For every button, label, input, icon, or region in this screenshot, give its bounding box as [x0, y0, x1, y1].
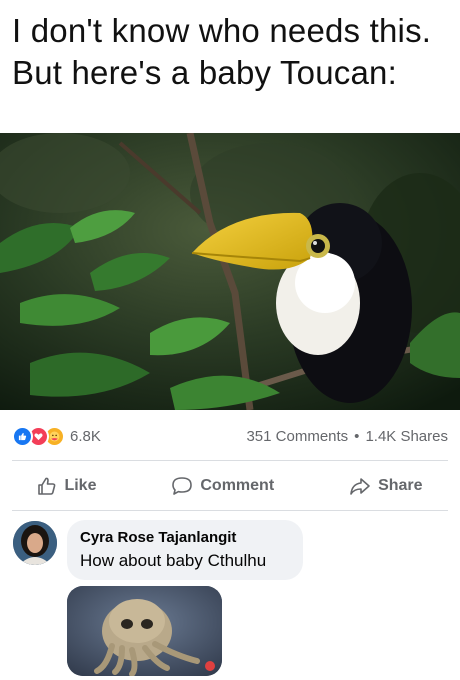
avatar-image — [13, 521, 57, 565]
avatar[interactable] — [13, 521, 57, 565]
comment-author[interactable]: Cyra Rose Tajanlangit — [80, 529, 236, 546]
caption-line-1: I don't know who needs this. — [12, 12, 432, 49]
shares-count-link[interactable]: 1.4K Shares — [365, 428, 448, 445]
comment-text: How about baby Cthulhu — [80, 551, 267, 570]
caption-line-2: But here's a baby Toucan: — [12, 54, 397, 91]
comments-count-link[interactable]: 351 Comments — [246, 428, 348, 445]
comment-label: Comment — [200, 477, 275, 494]
speech-bubble-icon — [172, 477, 193, 495]
like-button[interactable]: Like — [37, 476, 96, 496]
divider-bottom — [12, 510, 448, 511]
stats-separator: • — [354, 427, 360, 445]
post-action-bar: Like Comment Share — [0, 466, 460, 506]
share-button[interactable]: Share — [349, 476, 423, 496]
comment-bubble: Cyra Rose Tajanlangit How about baby Cth… — [67, 520, 303, 580]
comment-button[interactable]: Comment — [171, 476, 274, 496]
thumbs-up-icon — [38, 477, 56, 495]
divider-top — [12, 460, 448, 461]
baby-cthulhu-image — [67, 586, 222, 676]
reactions-summary-row: 6.8K 351 Comments • 1.4K Shares — [12, 424, 448, 448]
reactions-summary[interactable]: 6.8K — [12, 425, 101, 447]
meme-caption: I don't know who needs this. But here's … — [12, 10, 452, 94]
like-icon — [12, 425, 33, 447]
share-arrow-icon — [350, 478, 370, 495]
post-stats: 351 Comments • 1.4K Shares — [246, 428, 448, 445]
toucan-photo-image — [0, 133, 460, 410]
comment-attachment-image[interactable] — [67, 586, 222, 676]
reaction-count: 6.8K — [70, 427, 101, 445]
like-label: Like — [64, 477, 97, 494]
share-label: Share — [378, 477, 423, 494]
post-photo-toucan[interactable] — [0, 133, 460, 410]
